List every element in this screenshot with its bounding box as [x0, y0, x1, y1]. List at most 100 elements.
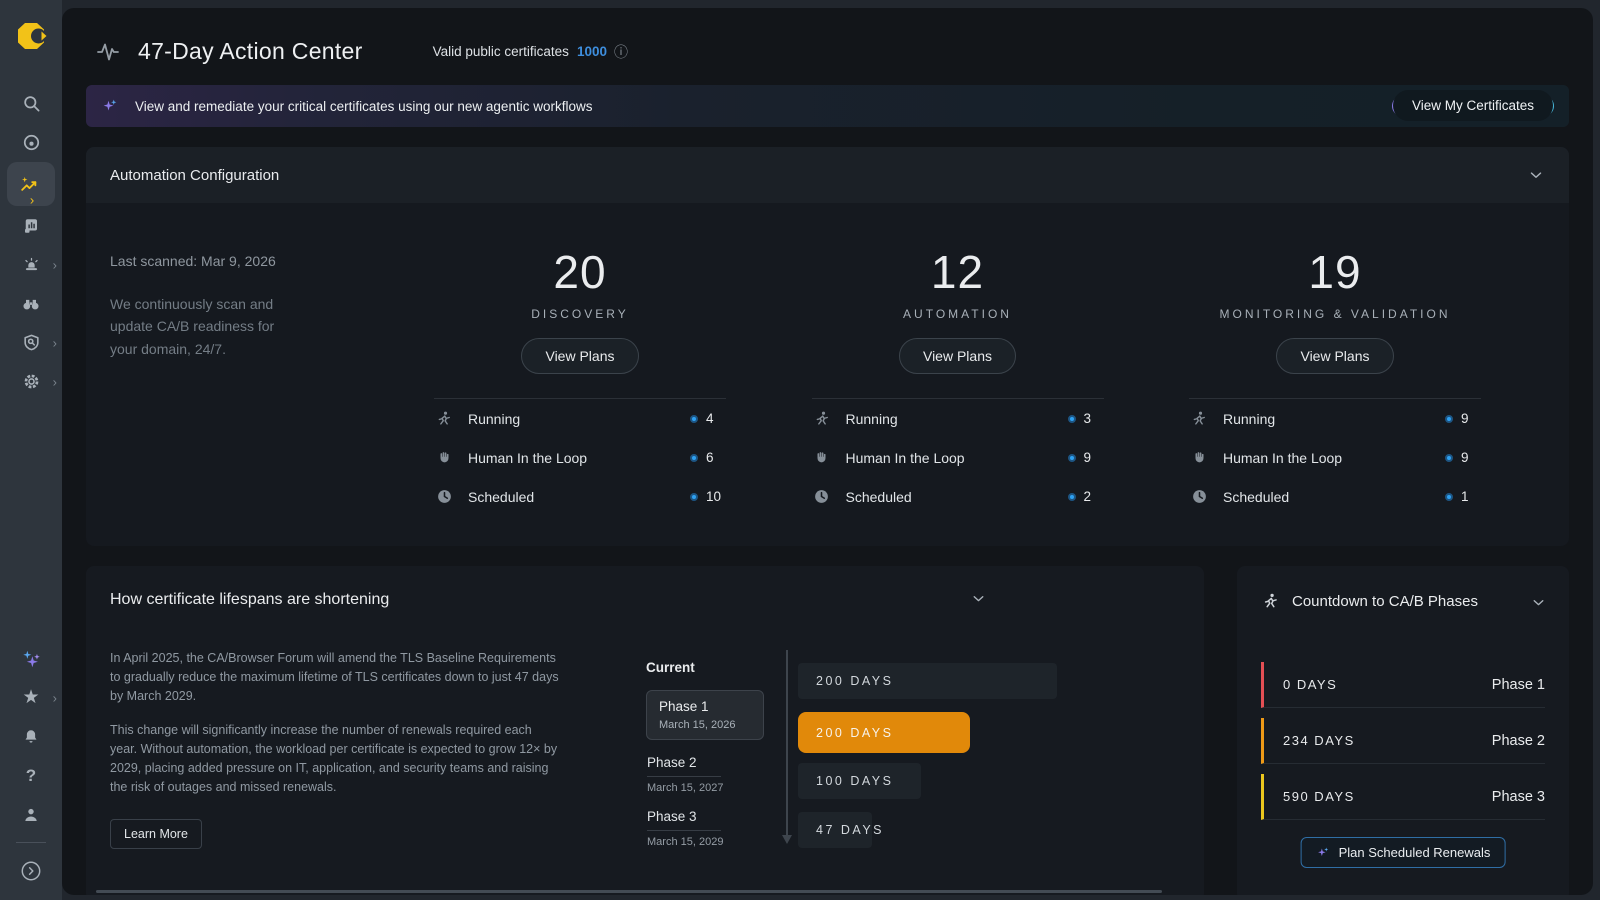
sidebar-item-ai[interactable] — [0, 639, 62, 678]
scheduled-row: Scheduled 2 — [812, 477, 1104, 516]
countdown-days: 590 DAYS — [1283, 789, 1355, 804]
target-icon — [22, 133, 41, 152]
sidebar-expand-button[interactable] — [0, 851, 62, 890]
row-label: Running — [468, 411, 520, 427]
human-in-loop-row: Human In the Loop 9 — [812, 438, 1104, 477]
countdown-row-phase-1: 0 DAYS Phase 1 — [1261, 662, 1545, 708]
status-dot — [1068, 415, 1076, 423]
lifespan-bars: 200 DAYS 200 DAYS 100 DAYS 47 DAYS — [798, 663, 1057, 861]
phase-date: March 15, 2027 — [647, 782, 767, 794]
sidebar-item-settings[interactable]: › — [0, 362, 62, 401]
sidebar-item-account[interactable] — [0, 795, 62, 834]
scheduled-count: 1 — [1461, 489, 1481, 504]
phase-date: March 15, 2029 — [647, 836, 767, 848]
sidebar-item-alerts[interactable]: › — [0, 245, 62, 284]
chevron-down-icon[interactable] — [970, 590, 987, 607]
lifespans-card: How certificate lifespans are shortening… — [86, 566, 1204, 895]
bar-phase1-200-days: 200 DAYS — [798, 712, 970, 753]
chevron-right-icon: › — [53, 375, 57, 388]
phase-3-item[interactable]: Phase 3 March 15, 2029 — [646, 809, 768, 848]
timeline-arrow — [786, 650, 788, 835]
running-count: 4 — [706, 411, 726, 426]
sparkle-icon — [1316, 845, 1331, 860]
sidebar-item-automation[interactable]: › — [0, 162, 62, 206]
page-title: 47-Day Action Center — [138, 38, 363, 65]
phase-rule — [647, 830, 721, 831]
scan-description: We continuously scan and update CA/B rea… — [110, 293, 295, 360]
sparkle-icon — [101, 97, 119, 115]
countdown-rows: 0 DAYS Phase 1 234 DAYS Phase 2 590 DAYS… — [1261, 662, 1545, 830]
binoculars-icon — [21, 294, 41, 314]
view-plans-button[interactable]: View Plans — [899, 338, 1016, 374]
clock-icon — [434, 488, 454, 505]
runner-icon — [434, 410, 454, 428]
status-dot — [1445, 493, 1453, 501]
sidebar-item-inspect[interactable]: › — [0, 323, 62, 362]
status-dot — [690, 415, 698, 423]
agentic-workflows-banner: View and remediate your critical certifi… — [86, 85, 1569, 127]
phase-rule — [647, 776, 721, 777]
automation-trend-icon — [19, 174, 39, 194]
lifespans-title: How certificate lifespans are shortening — [110, 591, 389, 609]
view-plans-button[interactable]: View Plans — [521, 338, 638, 374]
sidebar-item-help[interactable]: ? — [0, 756, 62, 795]
bar-phase3-47-days: 47 DAYS — [798, 812, 872, 848]
countdown-phase: Phase 1 — [1492, 677, 1545, 693]
countdown-days: 234 DAYS — [1283, 733, 1355, 748]
plan-scheduled-renewals-button[interactable]: Plan Scheduled Renewals — [1301, 837, 1506, 868]
view-plans-button[interactable]: View Plans — [1276, 338, 1393, 374]
chevron-down-icon[interactable] — [1527, 166, 1545, 184]
bell-icon — [22, 728, 40, 746]
view-my-certificates-button[interactable]: View My Certificates — [1392, 96, 1554, 116]
plan-button-label: Plan Scheduled Renewals — [1339, 845, 1491, 860]
stat-value: 19 — [1189, 245, 1481, 299]
phase-name: Phase 2 — [647, 755, 767, 770]
running-row: Running 3 — [812, 399, 1104, 438]
hand-icon — [812, 449, 832, 466]
automation-stat-columns: 20 DISCOVERY View Plans Running 4 Human … — [348, 245, 1545, 516]
sidebar-item-notifications[interactable] — [0, 717, 62, 756]
digicert-logo[interactable] — [0, 0, 62, 52]
bottom-cards-row: How certificate lifespans are shortening… — [86, 566, 1569, 895]
scheduled-row: Scheduled 1 — [1189, 477, 1481, 516]
shield-search-icon — [22, 333, 41, 352]
last-scanned-text: Last scanned: Mar 9, 2026 — [110, 253, 348, 269]
info-icon[interactable]: ⓘ — [614, 42, 628, 62]
stat-label: AUTOMATION — [812, 307, 1104, 321]
phase-2-item[interactable]: Phase 2 March 15, 2027 — [646, 755, 768, 794]
sparkles-icon — [20, 648, 42, 670]
sidebar-item-observe[interactable] — [0, 284, 62, 323]
phase-navigation: Current Phase 1 March 15, 2026 Phase 2 M… — [646, 660, 768, 848]
countdown-row-phase-2: 234 DAYS Phase 2 — [1261, 718, 1545, 764]
automation-configuration-section: Automation Configuration Last scanned: M… — [86, 147, 1569, 546]
siren-icon — [22, 255, 41, 274]
status-dot — [1068, 493, 1076, 501]
row-label: Scheduled — [1223, 489, 1289, 505]
automation-configuration-header[interactable]: Automation Configuration — [86, 147, 1569, 203]
running-count: 3 — [1084, 411, 1104, 426]
bar-phase2-100-days: 100 DAYS — [798, 763, 921, 799]
row-label: Scheduled — [846, 489, 912, 505]
status-dot — [690, 454, 698, 462]
sidebar-item-search[interactable] — [0, 84, 62, 123]
lifespans-paragraph-2: This change will significantly increase … — [110, 721, 562, 797]
scan-info: Last scanned: Mar 9, 2026 We continuousl… — [110, 245, 348, 516]
runner-icon — [812, 410, 832, 428]
horizontal-scrollbar[interactable] — [96, 890, 1162, 893]
human-in-loop-row: Human In the Loop 6 — [434, 438, 726, 477]
stat-label: DISCOVERY — [434, 307, 726, 321]
sidebar-item-reports[interactable] — [0, 206, 62, 245]
sidebar-item-discovery[interactable] — [0, 123, 62, 162]
sidebar-item-favorites[interactable]: ★ › — [0, 678, 62, 717]
hitl-count: 6 — [706, 450, 726, 465]
banner-message: View and remediate your critical certifi… — [135, 99, 592, 114]
chevron-down-icon[interactable] — [1530, 594, 1547, 611]
learn-more-button[interactable]: Learn More — [110, 819, 202, 849]
hitl-count: 9 — [1461, 450, 1481, 465]
row-label: Running — [846, 411, 898, 427]
phase-1-item[interactable]: Phase 1 March 15, 2026 — [646, 690, 764, 740]
status-dot — [1445, 454, 1453, 462]
question-icon: ? — [26, 767, 36, 784]
sidebar-divider — [16, 842, 46, 843]
valid-certificates-count[interactable]: 1000 — [577, 44, 607, 59]
